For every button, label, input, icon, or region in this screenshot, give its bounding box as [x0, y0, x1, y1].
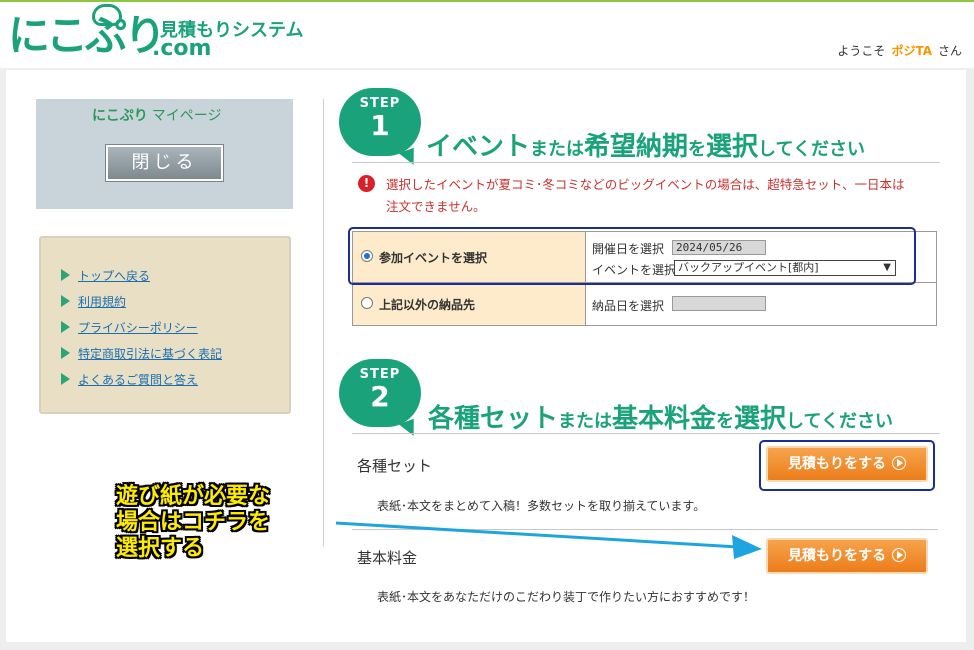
delivery-date-label: 納品日を選択 — [592, 299, 665, 313]
sidebar-links: トップへ戻る 利用規約 プライバシーポリシー 特定商取引法に基づく表記 よくある… — [39, 236, 291, 414]
site-header: にこぷり 見積もりシステム .com ようこそ ポジTA さん — [0, 2, 974, 68]
set-description: 表紙･本文をまとめて入稿！多数セットを取り揃えています。 — [377, 499, 706, 513]
mypage-logo: にこぷり — [92, 108, 148, 124]
triangle-right-icon — [61, 269, 70, 281]
basic-estimate-button[interactable]: 見積もりをする — [766, 538, 928, 574]
triangle-right-icon — [61, 373, 70, 385]
step2-rule — [352, 433, 940, 434]
delivery-details-cell: 納品日を選択 — [586, 283, 936, 325]
link-text[interactable]: よくあるご質問と答え — [78, 371, 198, 388]
other-option-cell[interactable]: 上記以外の納品先 — [353, 283, 586, 325]
annotation-line: 場合はコチラを — [116, 510, 271, 535]
button-label: 見積もりをする — [788, 548, 886, 564]
title-part: 基本料金 — [612, 404, 717, 434]
other-delivery-row: 上記以外の納品先 納品日を選択 — [353, 283, 936, 325]
sidebar-link-terms[interactable]: 利用規約 — [61, 288, 222, 314]
step1-rule — [352, 162, 940, 163]
warning-message: 選択したイベントが夏コミ･冬コミなどのビッグイベントの場合は、超特急セット、一日… — [386, 177, 905, 214]
site-logo[interactable]: にこぷり — [8, 14, 166, 58]
step1-title: イベントまたは希望納期を選択してください — [426, 126, 865, 163]
welcome-prefix: ようこそ — [837, 44, 886, 58]
step1-badge: STEP 1 — [339, 88, 421, 156]
sidebar-link-faq[interactable]: よくあるご質問と答え — [61, 366, 222, 392]
title-part: 選択 — [706, 132, 759, 162]
welcome-message: ようこそ ポジTA さん — [837, 42, 962, 59]
title-part: 希望納期 — [584, 132, 689, 162]
step-number: 2 — [370, 380, 390, 413]
link-text[interactable]: 利用規約 — [78, 293, 126, 310]
step-word: STEP — [359, 367, 401, 382]
mypage-panel: にこぷり マイページ 閉じる — [36, 99, 293, 209]
annotation-line: 遊び紙が必要な — [116, 484, 271, 509]
mypage-title: にこぷり マイページ — [92, 105, 221, 125]
title-part: を — [716, 411, 735, 432]
step2-badge: STEP 2 — [339, 359, 421, 427]
arrow-shaft — [335, 521, 739, 549]
title-part: してください — [758, 139, 865, 160]
title-part: 各種セット — [428, 404, 559, 434]
step2-title: 各種セットまたは基本料金を選択してください — [428, 398, 893, 435]
logo-domain: .com — [152, 36, 212, 61]
user-name: ポジTA — [891, 44, 932, 58]
title-part: または — [558, 411, 613, 432]
title-part: してください — [786, 411, 893, 432]
link-text[interactable]: トップへ戻る — [78, 267, 150, 284]
basic-description: 表紙･本文をあなただけのこだわり装丁で作りたい方におすすめです！ — [377, 590, 756, 604]
event-highlight-box — [348, 227, 916, 285]
link-text[interactable]: 特定商取引法に基づく表記 — [78, 345, 222, 362]
set-button-highlight — [759, 440, 935, 491]
annotation-line: 選択する — [116, 536, 205, 561]
arrow-head — [732, 535, 762, 559]
set-heading: 各種セット — [357, 457, 433, 475]
close-button[interactable]: 閉じる — [105, 144, 224, 182]
annotation-callout: 遊び紙が必要な 場合はコチラを 選択する — [116, 484, 316, 562]
triangle-right-icon — [61, 295, 70, 307]
annotation-arrow — [335, 521, 762, 559]
triangle-right-icon — [61, 347, 70, 359]
welcome-suffix: さん — [937, 44, 962, 58]
sidebar-link-top[interactable]: トップへ戻る — [61, 262, 222, 288]
sidebar-link-privacy[interactable]: プライバシーポリシー — [61, 314, 222, 340]
play-circle-icon — [892, 548, 906, 562]
delivery-date-input[interactable] — [672, 296, 766, 311]
sidebar-link-tokushoho[interactable]: 特定商取引法に基づく表記 — [61, 340, 222, 366]
title-part: または — [530, 139, 585, 160]
title-part: イベント — [426, 132, 531, 162]
exclamation-icon: ! — [358, 175, 375, 192]
title-part: 選択 — [734, 404, 787, 434]
link-text[interactable]: プライバシーポリシー — [78, 319, 198, 336]
step-word: STEP — [359, 96, 401, 111]
title-part: を — [688, 139, 707, 160]
mypage-label: マイページ — [151, 108, 222, 124]
column-divider — [323, 99, 324, 547]
triangle-right-icon — [61, 321, 70, 333]
other-option-label[interactable]: 上記以外の納品先 — [379, 296, 475, 313]
step-number: 1 — [370, 109, 390, 142]
other-radio[interactable] — [361, 297, 373, 309]
